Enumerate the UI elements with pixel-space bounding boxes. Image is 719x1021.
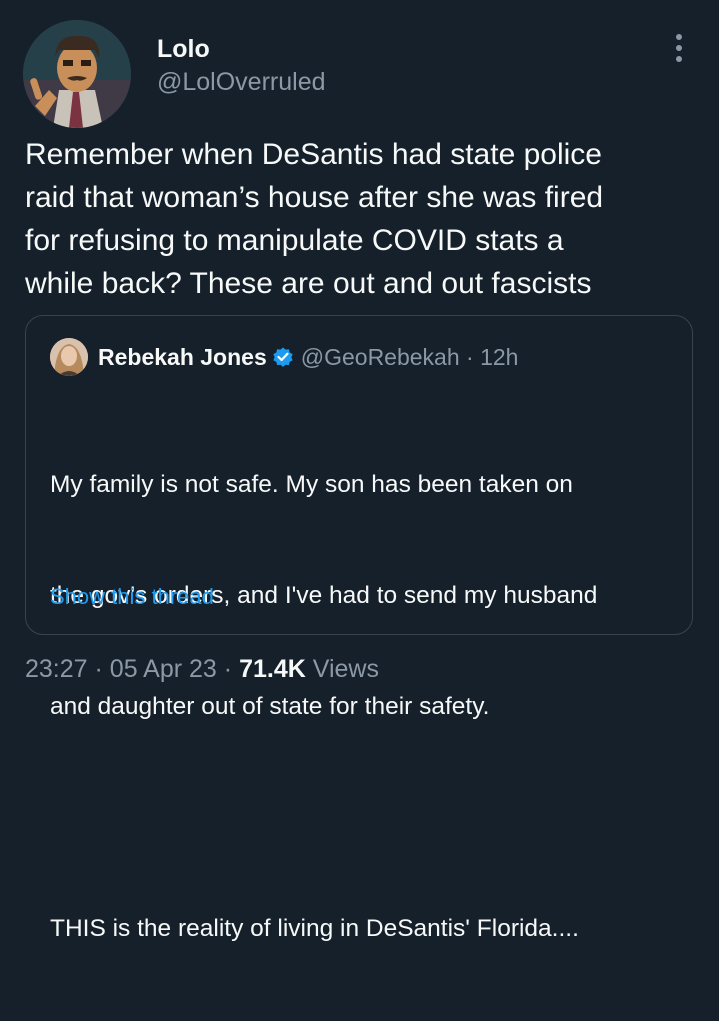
author-block[interactable]: Lolo @LolOverruled	[157, 34, 326, 98]
views-label[interactable]: Views	[313, 655, 379, 683]
author-display-name[interactable]: Lolo	[157, 34, 326, 64]
quoted-handle[interactable]: @GeoRebekah	[301, 344, 460, 370]
quoted-text: My family is not safe. My son has been t…	[50, 392, 680, 1021]
footer-separator: ·	[223, 655, 233, 683]
quoted-timestamp[interactable]: 12h	[480, 344, 518, 370]
quoted-author-avatar[interactable]	[50, 338, 88, 376]
more-options-button[interactable]	[672, 34, 686, 64]
views-count[interactable]: 71.4K	[239, 655, 306, 683]
cartoon-avatar-icon	[23, 20, 131, 128]
portrait-avatar-icon	[50, 338, 88, 376]
quoted-line: THIS is the reality of living in DeSanti…	[50, 915, 579, 942]
tweet-text: Remember when DeSantis had state police …	[25, 133, 705, 305]
quoted-header: Rebekah Jones @GeoRebekah · 12h	[98, 342, 518, 372]
more-vertical-icon-dot	[676, 45, 682, 51]
tweet-footer: 23:27 · 05 Apr 23 · 71.4K Views	[25, 655, 379, 684]
quoted-line	[50, 799, 680, 836]
quoted-line: My family is not safe. My son has been t…	[50, 471, 573, 498]
author-handle[interactable]: @LolOverruled	[157, 66, 326, 98]
tweet-date[interactable]: 05 Apr 23	[110, 655, 217, 683]
more-vertical-icon-dot	[676, 56, 682, 62]
show-thread-link[interactable]: Show this thread	[50, 584, 214, 610]
tweet-line: for refusing to manipulate COVID stats a	[25, 224, 564, 257]
quoted-separator: ·	[466, 344, 474, 370]
tweet-line: while back? These are out and out fascis…	[25, 267, 592, 300]
more-vertical-icon	[676, 34, 682, 40]
tweet-time[interactable]: 23:27	[25, 655, 88, 683]
tweet-line: raid that woman’s house after she was fi…	[25, 181, 604, 214]
quoted-line: and daughter out of state for their safe…	[50, 693, 490, 720]
tweet-line: Remember when DeSantis had state police	[25, 138, 602, 171]
quoted-display-name[interactable]: Rebekah Jones	[98, 344, 267, 370]
quoted-tweet-card[interactable]: Rebekah Jones @GeoRebekah · 12h My famil…	[25, 315, 693, 942]
footer-separator: ·	[94, 655, 103, 683]
verified-badge-icon	[273, 347, 293, 367]
author-avatar[interactable]	[23, 20, 131, 128]
